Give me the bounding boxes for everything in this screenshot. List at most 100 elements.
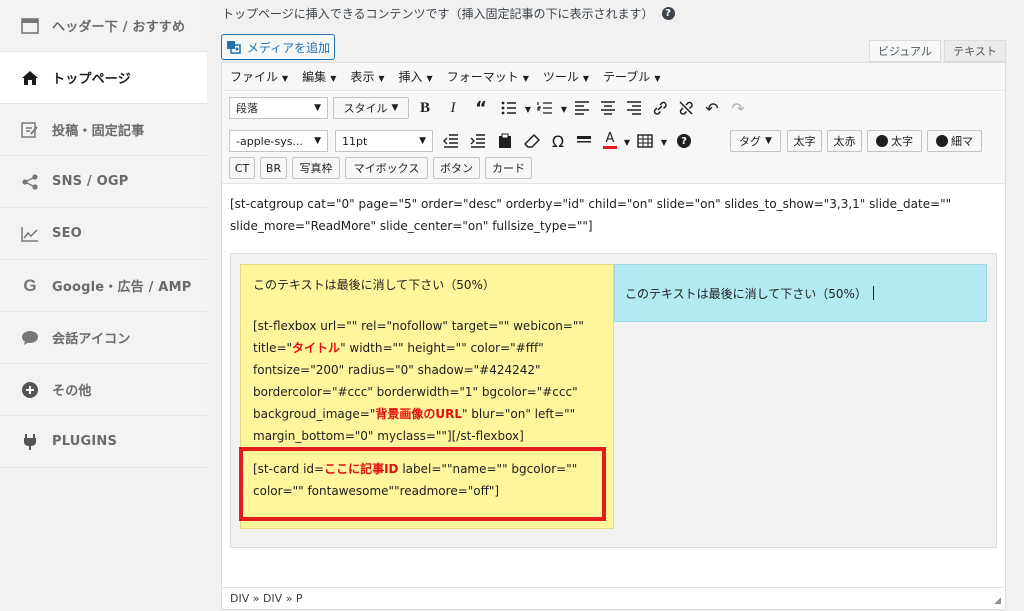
help-icon[interactable]: ? [674,131,694,151]
speech-bubble-icon [20,328,40,348]
align-left-icon[interactable] [572,98,592,118]
user-circle-icon [936,135,948,147]
sidebar-item-label: ヘッダー下 / おすすめ [52,20,186,35]
bold-icon[interactable]: B [415,98,435,118]
bold-red-button[interactable]: 太赤 [827,130,862,152]
text-cursor [872,286,874,300]
shortcode-line-2: slide_more="ReadMore" slide_center="on" … [230,219,593,233]
unlink-icon[interactable] [676,98,696,118]
menu-label: フォーマット [446,70,519,84]
right-column-box[interactable]: このテキストは最後に消して下さい（50%） [614,264,987,322]
numbered-list-icon[interactable] [535,98,555,118]
add-media-label: メディアを追加 [246,40,331,55]
editor-toolbar: 段落 ▼ スタイル ▼ B I “ ▼ ▼ ↶ ↷ -apple-sys... ▼ 1… [222,92,1005,184]
sidebar-item-plugins[interactable]: PLUGINS [0,416,207,468]
mybox-button[interactable]: マイボックス [345,157,428,179]
outdent-icon[interactable] [441,131,461,151]
add-media-button[interactable]: メディアを追加 [221,34,335,60]
link-icon[interactable] [650,98,670,118]
style-select[interactable]: スタイル ▼ [333,97,409,119]
menu-label: 編集 [302,70,327,84]
indent-icon[interactable] [468,131,488,151]
sidebar-item-conversation-icon[interactable]: 会話アイコン [0,312,207,364]
tab-text[interactable]: テキスト [944,40,1006,62]
redo-icon[interactable]: ↷ [728,98,748,118]
help-icon[interactable]: ? [661,7,675,20]
font-select-value: -apple-sys... [236,134,303,148]
description-text: トップページに挿入できるコンテンツです（挿入固定記事の下に表示されます） [222,7,654,21]
card-button[interactable]: カード [485,157,532,179]
style-select-value: スタイル [343,102,388,115]
menu-tools[interactable]: ツール ▼ [543,68,589,85]
sidebar-item-other[interactable]: その他 [0,364,207,416]
font-size-select[interactable]: 11pt ▼ [335,130,433,152]
caret-down-icon[interactable]: ▼ [654,132,674,152]
highlight-frame [239,447,606,521]
paste-icon[interactable] [495,131,515,151]
user-thin-button[interactable]: 細マ [927,130,982,152]
table-icon[interactable] [635,131,655,151]
tag-select[interactable]: タグ ▼ [730,130,781,152]
sidebar-item-label: SNS / OGP [52,174,129,189]
photo-frame-button[interactable]: 写真枠 [292,157,340,179]
caret-down-icon: ▼ [314,103,321,113]
menu-table[interactable]: テーブル ▼ [603,68,660,85]
undo-icon[interactable]: ↶ [702,98,722,118]
eraser-icon[interactable] [522,131,542,151]
align-right-icon[interactable] [624,98,644,118]
sidebar-item-label: PLUGINS [52,434,118,449]
align-center-icon[interactable] [598,98,618,118]
bullet-list-icon[interactable] [499,98,519,118]
sidebar-item-seo[interactable]: SEO [0,208,207,260]
resize-grip-icon[interactable]: ◢ [994,596,1001,606]
header-layout-icon [20,16,40,36]
menu-label: テーブル [603,70,651,84]
plug-icon [20,432,40,452]
flex-line-1: [st-flexbox url="" rel="nofollow" target… [253,319,584,333]
caret-down-icon: ▼ [314,136,321,146]
bold-text-button[interactable]: 太字 [787,130,822,152]
caret-down-icon: ▼ [282,74,289,83]
sidebar-item-label: SEO [52,226,82,241]
ct-button[interactable]: CT [229,157,255,179]
tag-select-value: タグ [739,135,762,148]
menu-label: ツール [542,70,579,84]
blockquote-icon[interactable]: “ [471,98,491,119]
button-button[interactable]: ボタン [433,157,480,179]
font-family-select[interactable]: -apple-sys... ▼ [229,130,328,152]
horizontal-line-icon[interactable] [574,131,594,151]
sidebar-item-label: トップページ [52,72,131,87]
menu-file[interactable]: ファイル ▼ [230,68,288,85]
caret-down-icon[interactable]: ▼ [554,99,574,119]
caret-down-icon[interactable]: ▼ [617,132,637,152]
br-button[interactable]: BR [260,157,287,179]
sidebar-item-top-page[interactable]: トップページ [0,52,207,104]
tab-visual[interactable]: ビジュアル [869,40,941,62]
caret-down-icon: ▼ [522,74,529,83]
sidebar-item-google-ads-amp[interactable]: G Google・広告 / AMP [0,260,207,312]
editor-content[interactable]: [st-catgroup cat="0" page="5" order="des… [230,193,1000,237]
flexbox-shortcode: [st-flexbox url="" rel="nofollow" target… [253,315,584,447]
format-select[interactable]: 段落 ▼ [229,97,328,119]
menu-format[interactable]: フォーマット ▼ [447,68,529,85]
menu-insert[interactable]: 挿入 ▼ [399,68,433,85]
element-path[interactable]: DIV » DIV » P [230,592,303,605]
menu-view[interactable]: 表示 ▼ [350,68,384,85]
sidebar-item-posts[interactable]: 投稿・固定記事 [0,104,207,156]
share-icon [20,172,40,192]
special-char-icon[interactable]: Ω [548,131,568,151]
editor-statusbar: DIV » DIV » P ◢ [222,587,1005,609]
italic-icon[interactable]: I [443,98,463,118]
button-label: 細マ [951,135,973,148]
menu-label: 表示 [350,70,375,84]
sidebar-item-header-recommend[interactable]: ヘッダー下 / おすすめ [0,0,207,52]
flex-line-6: margin_bottom="0" myclass=""][/st-flexbo… [253,429,524,443]
button-label: 太字 [891,135,913,148]
user-bold-button[interactable]: 太字 [867,130,922,152]
size-select-value: 11pt [342,134,368,148]
caret-down-icon: ▼ [582,74,590,83]
caret-down-icon: ▼ [419,136,426,146]
caret-down-icon: ▼ [765,136,772,146]
sidebar-item-sns-ogp[interactable]: SNS / OGP [0,156,207,208]
menu-edit[interactable]: 編集 ▼ [302,68,336,85]
